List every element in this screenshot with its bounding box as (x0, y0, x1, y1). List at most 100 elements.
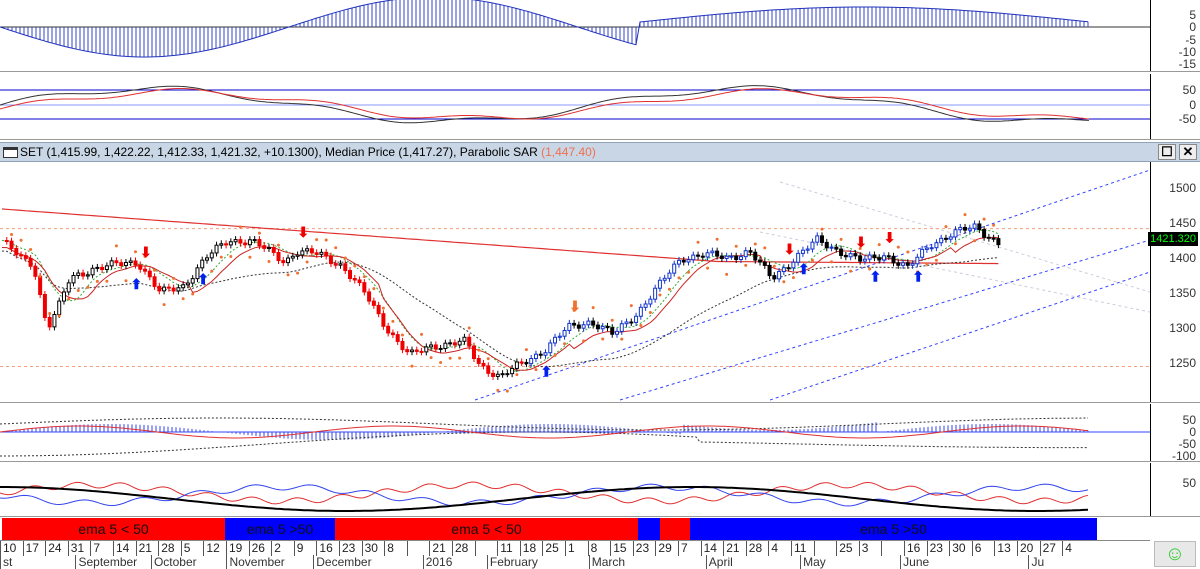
close-button[interactable]: ✕ (1179, 144, 1197, 160)
sar-dot (906, 250, 910, 254)
month-label: February (486, 555, 538, 569)
month-label: March (588, 555, 625, 569)
candle-body (820, 235, 825, 243)
sar-dot (229, 254, 233, 258)
axis-tick-label: -100 (1171, 449, 1196, 463)
candle-body (591, 320, 596, 326)
candle-body (309, 248, 314, 254)
date-tick-label: 23 (632, 541, 656, 556)
candle-body (643, 303, 648, 308)
candle-body (648, 298, 653, 305)
sar-dot (286, 273, 290, 277)
upper-band-line (0, 417, 1088, 431)
candle-body (166, 286, 171, 289)
candle-body (324, 251, 329, 257)
indicator-axis: 50 0 -50 -100 (1150, 404, 1200, 463)
date-tick-label: 23 (339, 541, 362, 556)
sar-dot (505, 389, 509, 393)
axis-tick-label: -15 (1178, 57, 1196, 71)
sar-dot (458, 356, 462, 360)
date-tick-label: 5 (180, 541, 204, 556)
axis-tick-label: 1250 (1169, 356, 1196, 370)
candle-body (510, 367, 515, 375)
date-tick-label: 4 (768, 541, 791, 556)
candle-body (572, 322, 577, 326)
date-tick-label: 7 (678, 541, 701, 556)
candle-body (61, 291, 66, 302)
candle-body (986, 236, 991, 239)
candle-body (562, 329, 567, 337)
candle-body (14, 247, 19, 256)
sar-dot (248, 255, 252, 259)
candle-body (810, 241, 815, 250)
date-tick-label: 31 (67, 541, 91, 556)
date-tick-label: 30 (949, 541, 972, 556)
lower-band-line (0, 431, 1088, 457)
candle-body (491, 372, 496, 377)
sar-dot (772, 264, 776, 268)
sar-dot (353, 264, 357, 268)
sar-dot (791, 276, 795, 280)
sar-dot (992, 223, 996, 227)
sell-arrow-icon: ⬇ (569, 298, 581, 314)
sar-dot (639, 324, 643, 328)
sell-arrow-icon: ⬇ (297, 224, 309, 240)
date-tick-label: 28 (745, 541, 769, 556)
sar-dot (591, 306, 595, 310)
candle-body (543, 352, 548, 356)
sar-dot (162, 303, 166, 307)
buy-arrow-icon: ⬆ (798, 261, 810, 277)
candle-body (972, 223, 977, 229)
sar-dot (238, 225, 242, 229)
sar-dot (629, 304, 633, 308)
candle-body (171, 287, 176, 292)
candle-body (400, 340, 405, 351)
candle-body (457, 340, 462, 346)
candle-body (185, 282, 190, 286)
date-tick-label: 20 (1017, 541, 1040, 556)
sar-dot (57, 314, 61, 318)
sar-dot (219, 255, 223, 259)
adx-pane: 50 (0, 463, 1200, 517)
candle-body (629, 321, 634, 324)
status-smiley-icon[interactable]: ☺ (1154, 541, 1196, 567)
candle-body (419, 350, 424, 353)
candle-body (758, 259, 763, 263)
sar-dot (715, 237, 719, 241)
month-axis: st September October November December 2016 Fe… (0, 555, 1150, 569)
candle-body (386, 325, 391, 334)
date-axis: 10 17 24 31 7 14 21 28 5 12 19 26 2 9 16 23 30 8 21 28 11 18 2… (0, 540, 1150, 556)
sar-dot (429, 356, 433, 360)
sar-dot (953, 242, 957, 246)
candle-body (266, 247, 271, 250)
candle-body (834, 246, 839, 250)
sar-dot (925, 262, 929, 266)
candle-body (886, 255, 891, 258)
candle-body (76, 272, 81, 276)
candle-body (9, 240, 14, 249)
date-tick-label: 9 (293, 541, 317, 556)
candle-body (872, 254, 877, 259)
candle-body (276, 251, 281, 262)
sar-dot (963, 213, 967, 217)
candle-body (896, 262, 901, 266)
sar-dot (86, 285, 90, 289)
candle-body (352, 277, 357, 281)
maximize-button[interactable]: ☐ (1158, 144, 1176, 160)
candle-body (595, 324, 600, 330)
date-tick-label: 21 (429, 541, 452, 556)
macd-axis: 5 0 -5 -10 -15 (1150, 0, 1200, 71)
candle-body (381, 313, 386, 327)
candle-body (286, 257, 291, 264)
candle-body (800, 249, 805, 254)
candle-body (848, 253, 853, 258)
candle-body (705, 252, 710, 258)
candle-body (772, 275, 777, 280)
candle-body (943, 237, 948, 240)
ema-signal-band: ema 5 < 50 (2, 518, 225, 540)
date-tick-label: 11 (791, 541, 814, 556)
candle-body (252, 239, 257, 242)
date-tick-label: 14 (113, 541, 136, 556)
candle-body (357, 279, 362, 284)
sar-dot (19, 238, 23, 242)
